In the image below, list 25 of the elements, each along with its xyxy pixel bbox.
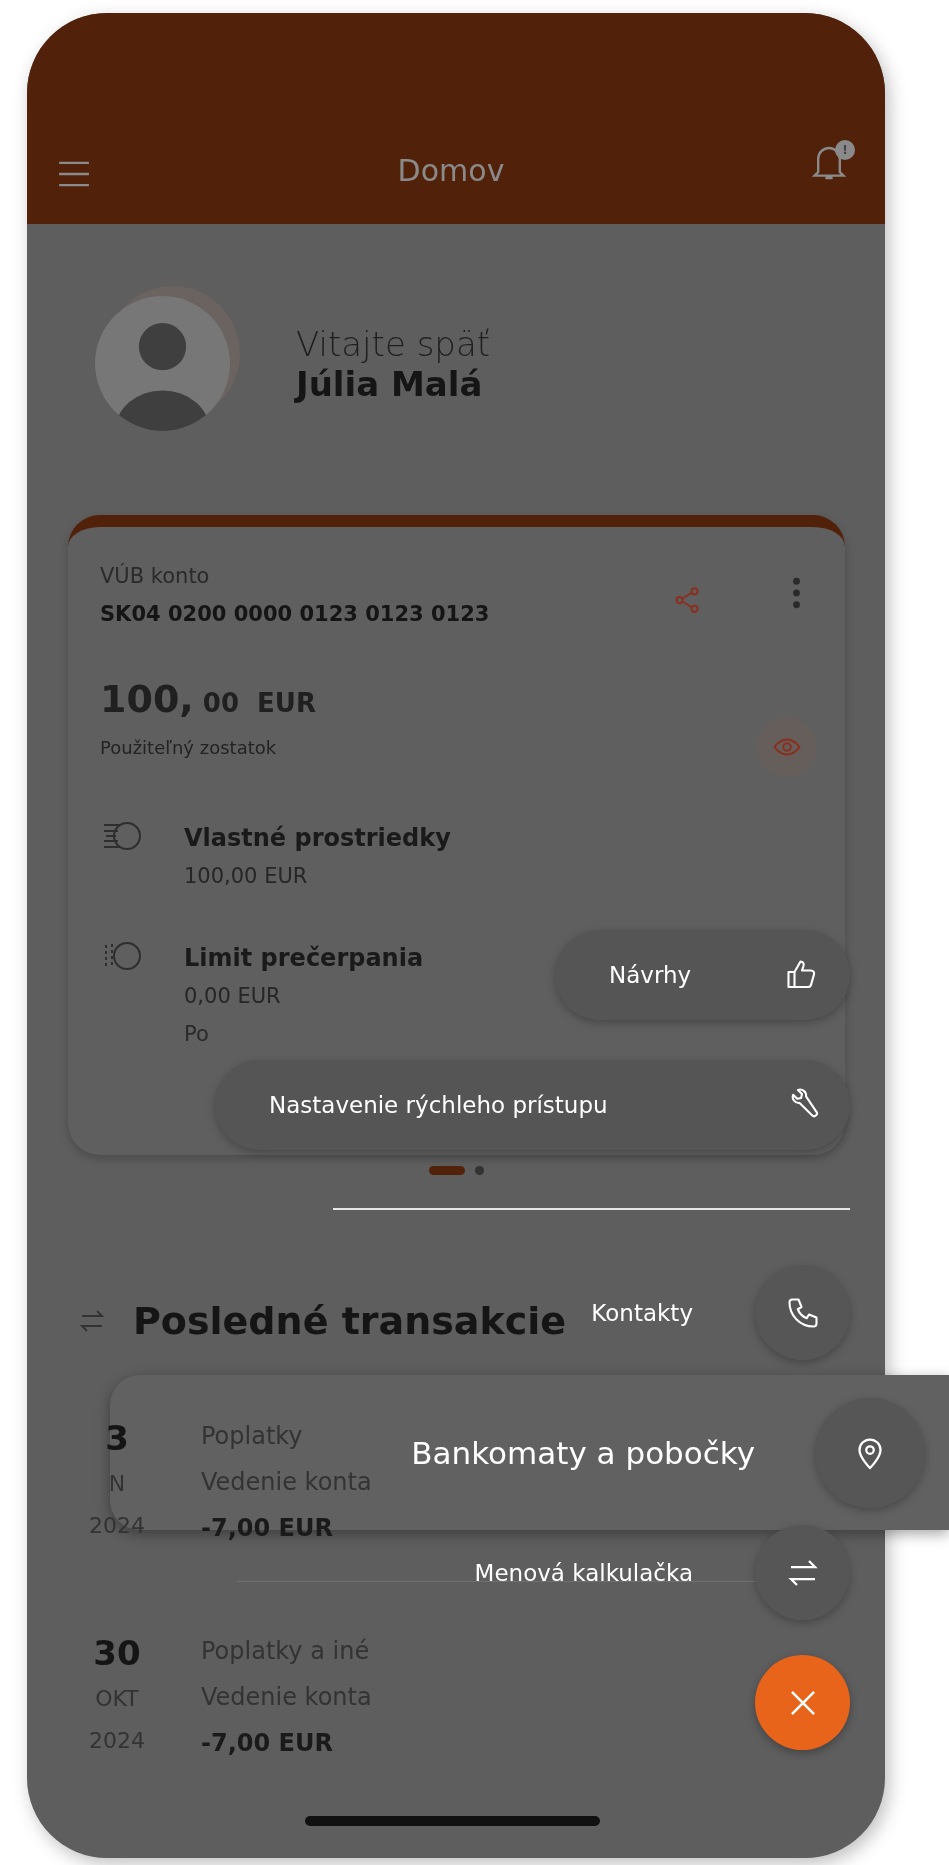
balance-item-value: 100,00 EUR [184,863,309,890]
quick-action-label[interactable]: Kontakty [591,1299,693,1326]
transaction-amount: -7,00 EUR [201,1513,334,1544]
menu-icon[interactable] [57,160,91,188]
account-iban: SK04 0200 0000 0123 0123 0123 [100,601,490,628]
balance-label: Použiteľný zostatok [100,736,277,758]
transaction-day: 30 [93,1628,141,1678]
more-options-icon[interactable] [792,577,801,609]
quick-access-button[interactable]: Nastavenie rýchleho prístupu [215,1060,850,1150]
greeting-text: Vitajte späť [296,323,491,364]
notification-badge: ! [835,140,855,160]
balance-item-value: 0,00 EUR [184,983,282,1010]
quick-action-label[interactable]: Menová kalkulačka [474,1559,693,1586]
user-name: Júlia Malá [296,363,484,404]
quick-access-button[interactable]: Návrhy [555,930,850,1020]
section-title: Posledné transakcie [133,1299,567,1343]
balance-item-title: Limit prečerpania [184,943,424,974]
share-icon[interactable] [672,585,702,615]
transaction-amount: -7,00 EUR [201,1728,334,1759]
page-indicator-dot[interactable] [474,1165,484,1175]
transaction-day: 3 [105,1413,129,1463]
balance-amount: 100, 00 EUR [100,677,317,721]
quick-action-label[interactable]: Bankomaty a pobočky [411,1434,755,1471]
balance-item-title: Vlastné prostriedky [184,823,451,854]
screen-title: Domov [397,153,505,188]
